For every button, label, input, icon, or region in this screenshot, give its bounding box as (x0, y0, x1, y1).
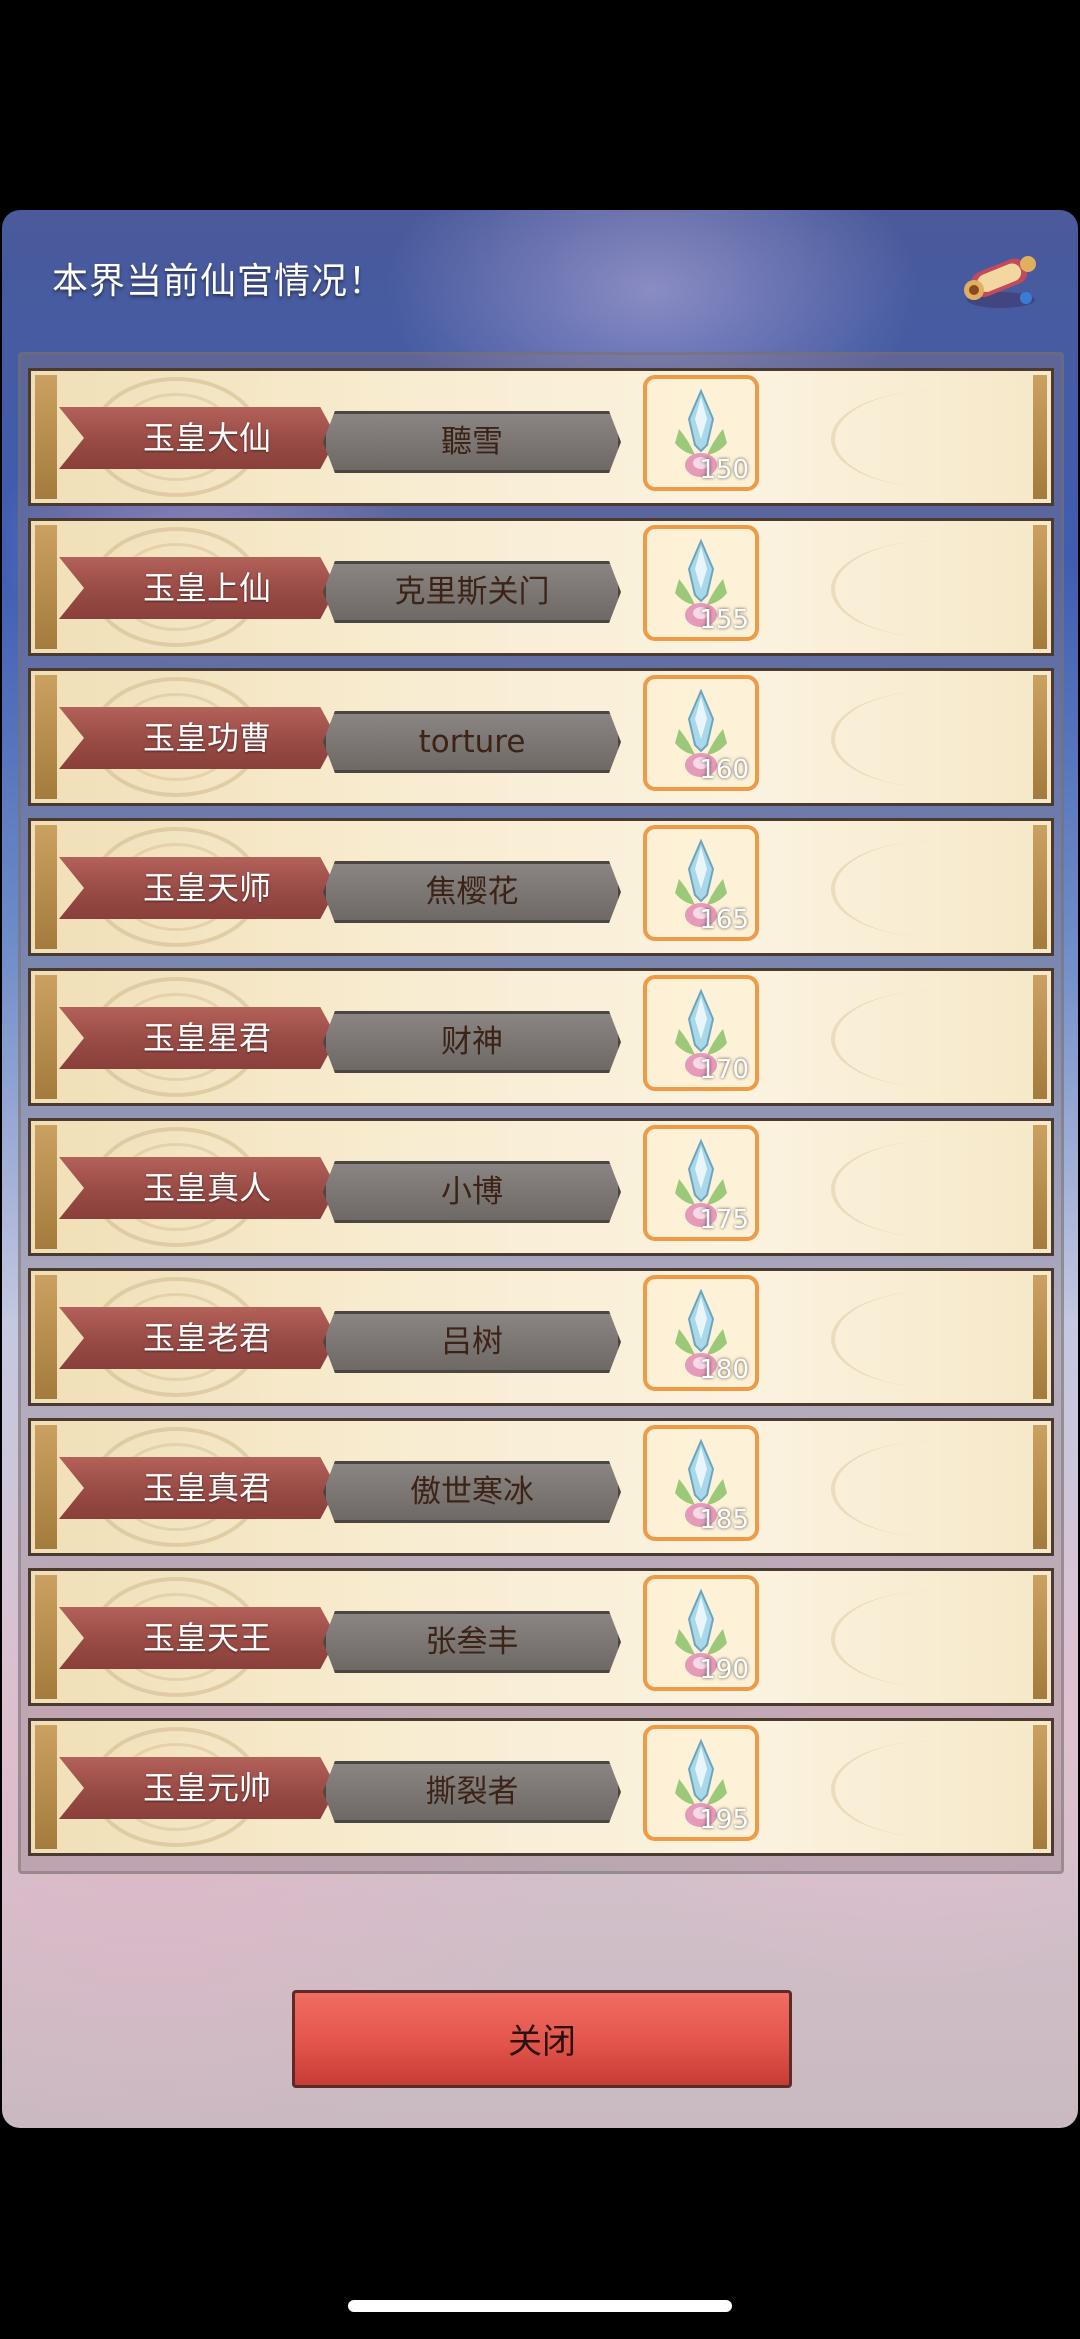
rank-list: 玉皇大仙 聽雪 150 玉皇上仙 克里斯关门 155 玉皇功曹 torture … (28, 368, 1054, 1868)
reward-item-slot[interactable]: 165 (643, 825, 759, 941)
row-cloud-pattern (831, 841, 1031, 937)
rank-row-3: 玉皇功曹 torture 160 (28, 668, 1054, 806)
rank-row-9: 玉皇天王 张叁丰 190 (28, 1568, 1054, 1706)
reward-item-slot[interactable]: 155 (643, 525, 759, 641)
player-name-box[interactable]: 小博 (323, 1161, 621, 1223)
row-cloud-pattern (831, 391, 1031, 487)
rank-title-banner: 玉皇老君 (59, 1307, 337, 1369)
rank-title-banner: 玉皇天师 (59, 857, 337, 919)
game-screen: 本界当前仙官情况！ 玉皇大仙 聽雪 150 玉皇上仙 克里斯关门 155 玉皇功… (0, 0, 1080, 2339)
player-name-box[interactable]: 张叁丰 (323, 1611, 621, 1673)
reward-item-slot[interactable]: 150 (643, 375, 759, 491)
rank-row-10: 玉皇元帅 撕裂者 195 (28, 1718, 1054, 1856)
row-cloud-pattern (831, 1291, 1031, 1387)
player-name-box[interactable]: 撕裂者 (323, 1761, 621, 1823)
player-name-box[interactable]: 克里斯关门 (323, 561, 621, 623)
reward-item-slot[interactable]: 195 (643, 1725, 759, 1841)
rank-title-banner: 玉皇天王 (59, 1607, 337, 1669)
row-cloud-pattern (831, 991, 1031, 1087)
item-level: 150 (699, 455, 749, 485)
item-level: 180 (699, 1355, 749, 1385)
reward-item-slot[interactable]: 160 (643, 675, 759, 791)
item-level: 165 (699, 905, 749, 935)
player-name-box[interactable]: 焦樱花 (323, 861, 621, 923)
rank-row-1: 玉皇大仙 聽雪 150 (28, 368, 1054, 506)
reward-item-slot[interactable]: 175 (643, 1125, 759, 1241)
rank-title-banner: 玉皇真君 (59, 1457, 337, 1519)
player-name-box[interactable]: 财神 (323, 1011, 621, 1073)
rank-title-banner: 玉皇大仙 (59, 407, 337, 469)
rank-title-banner: 玉皇星君 (59, 1007, 337, 1069)
rank-title-banner: 玉皇真人 (59, 1157, 337, 1219)
player-name-box[interactable]: 傲世寒冰 (323, 1461, 621, 1523)
row-cloud-pattern (831, 541, 1031, 637)
rank-title-banner: 玉皇元帅 (59, 1757, 337, 1819)
rank-title-banner: 玉皇功曹 (59, 707, 337, 769)
item-level: 195 (699, 1805, 749, 1835)
scroll-icon[interactable] (960, 240, 1042, 312)
officials-panel: 本界当前仙官情况！ 玉皇大仙 聽雪 150 玉皇上仙 克里斯关门 155 玉皇功… (2, 210, 1078, 2128)
item-level: 190 (699, 1655, 749, 1685)
rank-row-6: 玉皇真人 小博 175 (28, 1118, 1054, 1256)
item-level: 160 (699, 755, 749, 785)
row-cloud-pattern (831, 691, 1031, 787)
panel-title: 本界当前仙官情况！ (52, 261, 386, 302)
home-indicator[interactable] (348, 2300, 732, 2312)
rank-row-7: 玉皇老君 吕树 180 (28, 1268, 1054, 1406)
close-button[interactable]: 关闭 (292, 1990, 792, 2088)
reward-item-slot[interactable]: 180 (643, 1275, 759, 1391)
player-name-box[interactable]: 聽雪 (323, 411, 621, 473)
row-cloud-pattern (831, 1441, 1031, 1537)
rank-row-5: 玉皇星君 财神 170 (28, 968, 1054, 1106)
row-cloud-pattern (831, 1141, 1031, 1237)
item-level: 155 (699, 605, 749, 635)
item-level: 175 (699, 1205, 749, 1235)
player-name-box[interactable]: 吕树 (323, 1311, 621, 1373)
rank-row-2: 玉皇上仙 克里斯关门 155 (28, 518, 1054, 656)
item-level: 170 (699, 1055, 749, 1085)
rank-row-4: 玉皇天师 焦樱花 165 (28, 818, 1054, 956)
item-level: 185 (699, 1505, 749, 1535)
row-cloud-pattern (831, 1741, 1031, 1837)
rank-title-banner: 玉皇上仙 (59, 557, 337, 619)
reward-item-slot[interactable]: 185 (643, 1425, 759, 1541)
row-cloud-pattern (831, 1591, 1031, 1687)
reward-item-slot[interactable]: 170 (643, 975, 759, 1091)
player-name-box[interactable]: torture (323, 711, 621, 773)
reward-item-slot[interactable]: 190 (643, 1575, 759, 1691)
rank-row-8: 玉皇真君 傲世寒冰 185 (28, 1418, 1054, 1556)
